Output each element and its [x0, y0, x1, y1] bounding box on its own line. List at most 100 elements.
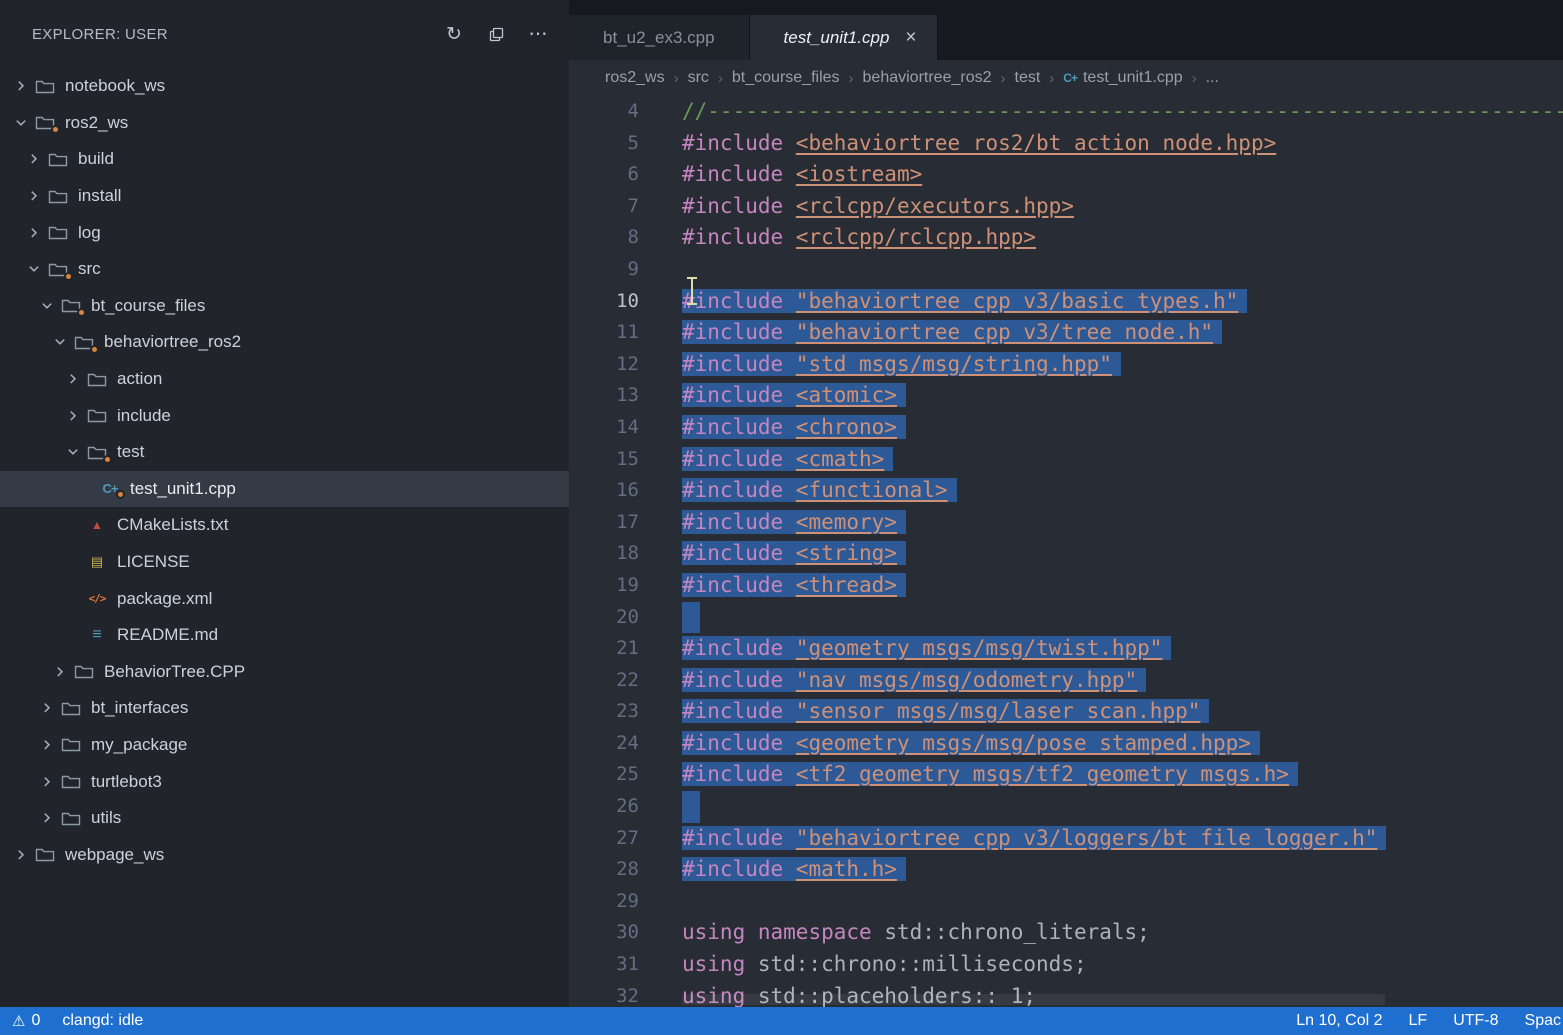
tree-item-LICENSE[interactable]: ▤LICENSE	[0, 544, 569, 581]
code-line-5[interactable]: 5#include <behaviortree_ros2/bt_action_n…	[569, 128, 1563, 160]
clangd-status[interactable]: clangd: idle	[62, 1012, 143, 1030]
code-line-16[interactable]: 16#include <functional>	[569, 475, 1563, 507]
encoding-indicator[interactable]: UTF-8	[1453, 1012, 1498, 1030]
code-line-7[interactable]: 7#include <rclcpp/executors.hpp>	[569, 191, 1563, 223]
tab-label: bt_u2_ex3.cpp	[603, 28, 715, 48]
line-content: #include <behaviortree_ros2/bt_action_no…	[639, 128, 1276, 160]
breadcrumb-item-ros2-ws[interactable]: ros2_ws	[605, 69, 665, 87]
breadcrumb-item-test[interactable]: test	[1015, 69, 1041, 87]
folder-icon	[33, 114, 57, 131]
tree-item-test_unit1.cpp[interactable]: C+test_unit1.cpp	[0, 471, 569, 508]
collapse-folders-icon[interactable]	[483, 21, 509, 47]
code-line-11[interactable]: 11#include "behaviortree_cpp_v3/tree_nod…	[569, 317, 1563, 349]
selection-highlight: #include "geometry_msgs/msg/twist.hpp"	[682, 636, 1171, 660]
tree-item-action[interactable]: action	[0, 361, 569, 398]
line-number: 16	[569, 475, 639, 507]
selection-highlight: #include <chrono>	[682, 415, 906, 439]
line-number: 9	[569, 254, 639, 286]
code-line-9[interactable]: 9	[569, 254, 1563, 286]
code-line-6[interactable]: 6#include <iostream>	[569, 159, 1563, 191]
code-line-19[interactable]: 19#include <thread>	[569, 570, 1563, 602]
tree-item-label: log	[78, 223, 101, 243]
code-line-14[interactable]: 14#include <chrono>	[569, 412, 1563, 444]
chevron-right-icon	[38, 810, 56, 826]
breadcrumb-item--[interactable]: ...	[1206, 69, 1219, 87]
git-modified-dot	[77, 308, 86, 317]
line-number: 32	[569, 981, 639, 1007]
tree-item-my_package[interactable]: my_package	[0, 727, 569, 764]
main-area: EXPLORER: USER ↻ ⋯ notebook_wsros2_wsbui…	[0, 0, 1563, 1007]
code-line-25[interactable]: 25#include <tf2_geometry_msgs/tf2_geomet…	[569, 759, 1563, 791]
cursor-position[interactable]: Ln 10, Col 2	[1296, 1012, 1382, 1030]
line-number: 5	[569, 128, 639, 160]
tree-item-webpage_ws[interactable]: webpage_ws	[0, 836, 569, 873]
selection-highlight: #include <tf2_geometry_msgs/tf2_geometry…	[682, 762, 1298, 786]
line-content: #include <rclcpp/rclcpp.hpp>	[639, 222, 1036, 254]
horizontal-scrollbar[interactable]	[682, 994, 1385, 1005]
code-editor[interactable]: 4//-------------------------------------…	[569, 96, 1563, 1007]
selection-highlight: #include "behaviortree_cpp_v3/loggers/bt…	[682, 826, 1386, 850]
breadcrumb-item-test-unit1-cpp[interactable]: C+test_unit1.cpp	[1063, 69, 1182, 87]
code-line-10[interactable]: 10#include "behaviortree_cpp_v3/basic_ty…	[569, 286, 1563, 318]
code-line-28[interactable]: 28#include <math.h>	[569, 854, 1563, 886]
selection-highlight	[682, 791, 700, 823]
tree-item-install[interactable]: install	[0, 178, 569, 215]
tree-item-test[interactable]: test	[0, 434, 569, 471]
tree-item-build[interactable]: build	[0, 141, 569, 178]
line-content: #include "behaviortree_cpp_v3/basic_type…	[639, 286, 1247, 318]
code-line-30[interactable]: 30using namespace std::chrono_literals;	[569, 917, 1563, 949]
problems-indicator[interactable]: ⚠ 0	[12, 1012, 40, 1030]
code-line-27[interactable]: 27 #include "behaviortree_cpp_v3/loggers/…	[569, 823, 1563, 855]
code-line-24[interactable]: 24#include <geometry_msgs/msg/pose_stamp…	[569, 728, 1563, 760]
code-line-20[interactable]: 20	[569, 602, 1563, 634]
eol-indicator[interactable]: LF	[1409, 1012, 1428, 1030]
folder-icon	[59, 810, 83, 827]
breadcrumb-item-bt-course-files[interactable]: bt_course_files	[732, 69, 840, 87]
tree-item-notebook_ws[interactable]: notebook_ws	[0, 68, 569, 105]
tree-item-bt_course_files[interactable]: bt_course_files	[0, 288, 569, 325]
code-line-17[interactable]: 17#include <memory>	[569, 507, 1563, 539]
line-number: 27	[569, 823, 639, 855]
cpp-file-icon: C+	[98, 481, 122, 496]
breadcrumb-item-behaviortree-ros2[interactable]: behaviortree_ros2	[863, 69, 992, 87]
tree-item-src[interactable]: src	[0, 251, 569, 288]
tree-item-utils[interactable]: utils	[0, 800, 569, 837]
tree-item-BehaviorTree.CPP[interactable]: BehaviorTree.CPP	[0, 654, 569, 691]
code-line-31[interactable]: 31using std::chrono::milliseconds;	[569, 949, 1563, 981]
tree-item-turtlebot3[interactable]: turtlebot3	[0, 763, 569, 800]
tab-bt_u2_ex3-cpp[interactable]: bt_u2_ex3.cpp	[569, 15, 750, 60]
folder-icon	[46, 151, 70, 168]
code-line-13[interactable]: 13#include <atomic>	[569, 380, 1563, 412]
tree-item-include[interactable]: include	[0, 397, 569, 434]
indent-indicator[interactable]: Spac	[1525, 1012, 1561, 1030]
close-icon[interactable]: ×	[905, 27, 916, 49]
code-line-21[interactable]: 21#include "geometry_msgs/msg/twist.hpp"	[569, 633, 1563, 665]
tree-item-ros2_ws[interactable]: ros2_ws	[0, 105, 569, 142]
tab-test_unit1-cpp[interactable]: test_unit1.cpp ×	[750, 15, 938, 60]
code-line-15[interactable]: 15#include <cmath>	[569, 444, 1563, 476]
tree-item-README.md[interactable]: ≡README.md	[0, 617, 569, 654]
tree-item-bt_interfaces[interactable]: bt_interfaces	[0, 690, 569, 727]
status-bar-right: Ln 10, Col 2 LF UTF-8 Spac	[1296, 1012, 1561, 1030]
code-line-23[interactable]: 23#include "sensor_msgs/msg/laser_scan.h…	[569, 696, 1563, 728]
tree-item-behaviortree_ros2[interactable]: behaviortree_ros2	[0, 324, 569, 361]
license-file-icon: ▤	[85, 554, 109, 570]
selection-highlight: #include "std_msgs/msg/string.hpp"	[682, 352, 1121, 376]
tree-item-CMakeLists.txt[interactable]: ▲CMakeLists.txt	[0, 507, 569, 544]
code-line-4[interactable]: 4//-------------------------------------…	[569, 96, 1563, 128]
tree-item-label: bt_interfaces	[91, 698, 188, 718]
refresh-icon[interactable]: ↻	[441, 21, 467, 47]
more-actions-icon[interactable]: ⋯	[525, 21, 551, 47]
code-line-22[interactable]: 22#include "nav_msgs/msg/odometry.hpp"	[569, 665, 1563, 697]
code-line-18[interactable]: 18#include <string>	[569, 538, 1563, 570]
code-line-12[interactable]: 12#include "std_msgs/msg/string.hpp"	[569, 349, 1563, 381]
line-content: #include <cmath>	[639, 444, 893, 476]
breadcrumb-item-src[interactable]: src	[688, 69, 709, 87]
chevron-down-icon	[51, 334, 69, 350]
code-line-8[interactable]: 8#include <rclcpp/rclcpp.hpp>	[569, 222, 1563, 254]
tree-item-package.xml[interactable]: </>package.xml	[0, 580, 569, 617]
code-line-29[interactable]: 29	[569, 886, 1563, 918]
chevron-right-icon	[25, 188, 43, 204]
tree-item-log[interactable]: log	[0, 214, 569, 251]
code-line-26[interactable]: 26	[569, 791, 1563, 823]
